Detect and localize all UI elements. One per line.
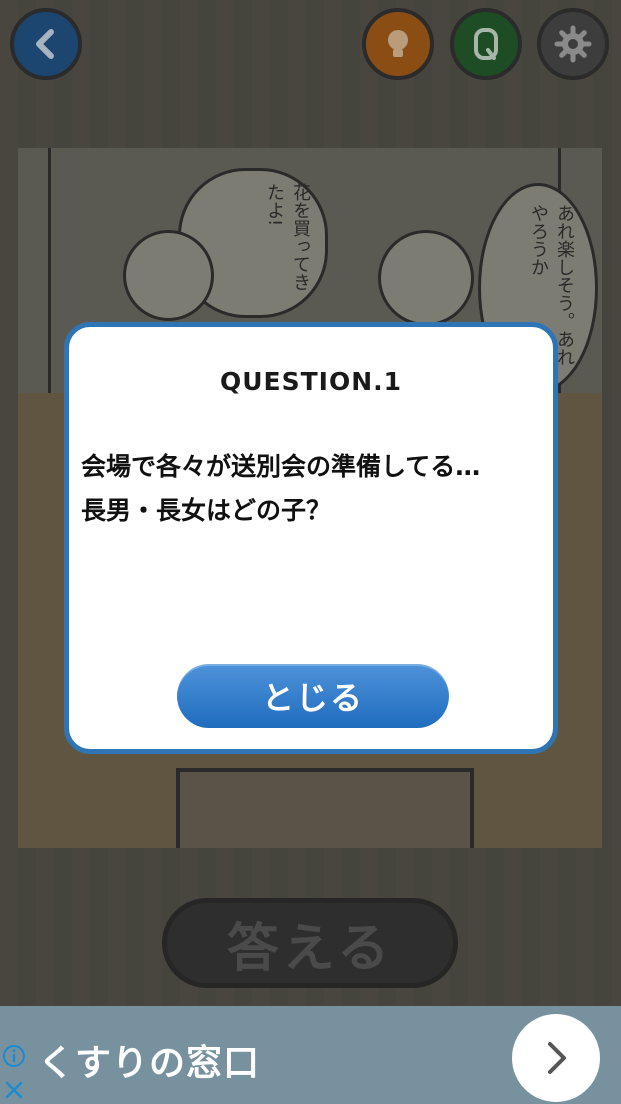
close-icon[interactable] bbox=[2, 1078, 26, 1102]
modal-title: QUESTION.1 bbox=[219, 367, 403, 396]
close-button[interactable]: とじる bbox=[177, 664, 449, 728]
info-icon[interactable] bbox=[2, 1044, 26, 1068]
gear-icon bbox=[554, 25, 592, 63]
modal-question-line-2: 長男・長女はどの子？ bbox=[81, 496, 332, 525]
question-modal: QUESTION.1 会場で各々が送別会の準備してる… 長男・長女はどの子？ と… bbox=[64, 322, 558, 754]
speech-bubble-left-text: 花を買ってきたよ! bbox=[264, 183, 311, 291]
settings-button[interactable] bbox=[537, 8, 609, 80]
lightbulb-icon bbox=[388, 30, 408, 57]
ad-text[interactable]: くすりの窓口 bbox=[38, 1034, 260, 1086]
hint-button[interactable] bbox=[362, 8, 434, 80]
close-button-label: とじる bbox=[261, 680, 364, 716]
q-icon bbox=[474, 28, 498, 60]
back-button[interactable] bbox=[10, 8, 82, 80]
answer-button[interactable]: 答える bbox=[162, 898, 458, 988]
comic-wall-line bbox=[48, 148, 51, 393]
character-girl-head bbox=[123, 230, 214, 321]
ad-banner[interactable]: くすりの窓口 bbox=[0, 1006, 621, 1104]
modal-question-text: 会場で各々が送別会の準備してる… 長男・長女はどの子？ bbox=[81, 445, 551, 533]
chevron-right-icon bbox=[548, 1042, 566, 1074]
character-boy-head bbox=[378, 230, 474, 326]
ad-arrow-button[interactable] bbox=[512, 1014, 600, 1102]
chevron-left-icon bbox=[36, 29, 54, 59]
question-button[interactable] bbox=[450, 8, 522, 80]
comic-table bbox=[176, 768, 474, 848]
modal-question-line-1: 会場で各々が送別会の準備してる… bbox=[81, 452, 481, 481]
answer-button-label: 答える bbox=[226, 918, 394, 979]
